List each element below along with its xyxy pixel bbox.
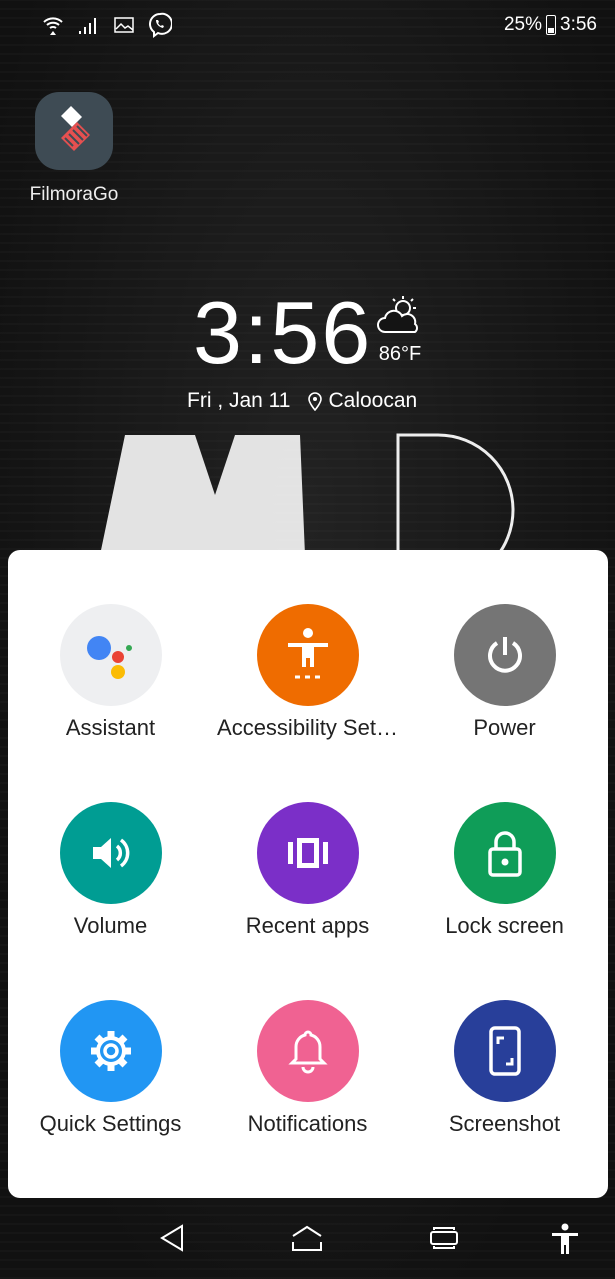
notifications-button[interactable]: Notifications <box>209 1000 406 1198</box>
status-time: 3:56 <box>560 14 597 35</box>
tile-label: Volume <box>73 913 148 938</box>
tile-label: Notifications <box>247 1111 368 1136</box>
tile-label: Recent apps <box>245 913 370 938</box>
gallery-icon <box>114 17 134 33</box>
recents-icon <box>430 1227 458 1249</box>
power-button[interactable]: Power <box>406 604 603 802</box>
wifi-icon <box>43 17 63 35</box>
wallpaper-logo <box>80 425 520 587</box>
tile-label: Power <box>473 715 536 740</box>
accessibility-icon <box>256 604 359 706</box>
recent-apps-icon <box>256 802 359 904</box>
location: Caloocan <box>328 389 418 412</box>
tile-label: Quick Settings <box>39 1111 182 1136</box>
signal-icon <box>79 18 96 34</box>
volume-icon <box>59 802 162 904</box>
status-bar: 25% 3:56 <box>0 10 615 40</box>
temperature: 86°F <box>378 343 422 365</box>
battery-icon <box>546 15 557 35</box>
accessibility-icon <box>552 1223 578 1254</box>
clock-widget-time[interactable]: 3:56 <box>193 282 372 384</box>
volume-button[interactable]: Volume <box>12 802 209 1000</box>
accessibility-settings-button[interactable]: Accessibility Set… <box>209 604 406 802</box>
navigation-bar <box>0 1222 615 1262</box>
back-button[interactable] <box>158 1222 186 1259</box>
app-label: FilmoraGo <box>29 184 119 205</box>
tile-label: Accessibility Set… <box>217 715 398 740</box>
home-button[interactable] <box>290 1222 324 1259</box>
date-location: Fri , Jan 11 Caloocan <box>187 389 417 413</box>
back-icon <box>160 1224 183 1252</box>
home-icon <box>292 1225 322 1251</box>
recents-button[interactable] <box>428 1222 460 1259</box>
viber-icon <box>149 12 172 38</box>
quick-settings-button[interactable]: Quick Settings <box>12 1000 209 1198</box>
power-icon <box>453 604 556 706</box>
bell-icon <box>256 1000 359 1102</box>
recent-apps-button[interactable]: Recent apps <box>209 802 406 1000</box>
app-filmorago[interactable]: FilmoraGo <box>26 92 122 206</box>
tile-label: Screenshot <box>448 1111 561 1136</box>
location-pin-icon <box>308 392 323 411</box>
assistant-icon <box>59 604 162 706</box>
filmorago-icon <box>35 92 113 170</box>
gear-icon <box>59 1000 162 1102</box>
assistant-button[interactable]: Assistant <box>12 604 209 802</box>
screenshot-button[interactable]: Screenshot <box>406 1000 603 1198</box>
date: Fri , Jan 11 <box>187 389 291 412</box>
screenshot-icon <box>453 1000 556 1102</box>
accessibility-nav-button[interactable] <box>550 1222 580 1261</box>
lock-screen-button[interactable]: Lock screen <box>406 802 603 1000</box>
tile-label: Assistant <box>65 715 156 740</box>
battery-percent: 25% <box>503 14 543 35</box>
partly-cloudy-icon <box>377 296 418 333</box>
tile-label: Lock screen <box>445 913 564 938</box>
lock-icon <box>453 802 556 904</box>
weather-widget[interactable]: 86°F <box>372 294 428 366</box>
accessibility-menu: Assistant Accessibility Set… Power Volum… <box>8 550 608 1198</box>
